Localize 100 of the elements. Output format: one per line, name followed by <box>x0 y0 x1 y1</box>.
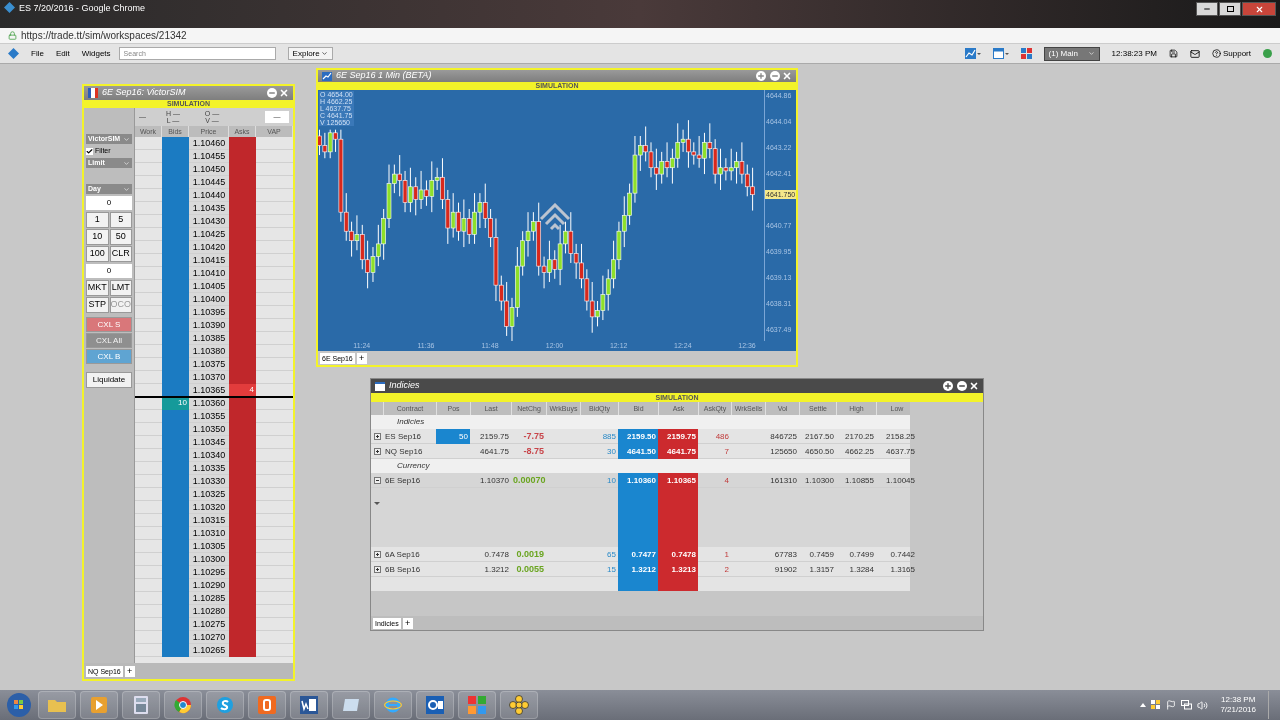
liquidate-button[interactable]: Liquidate <box>86 372 132 388</box>
table-cell: 0.7478 <box>658 547 698 562</box>
close-button[interactable] <box>1242 2 1276 16</box>
calculator-icon[interactable] <box>122 691 160 719</box>
grid-icon[interactable] <box>1020 48 1032 59</box>
add-tab-button[interactable]: + <box>356 352 367 364</box>
workspace-dropdown[interactable]: (1) Main <box>1043 46 1100 61</box>
table-cell-text: 1.3212 <box>483 564 510 576</box>
maximize-icon[interactable] <box>756 71 766 81</box>
table-cell-text: 6E Sep16 <box>384 475 422 487</box>
app-logo-icon[interactable] <box>8 48 19 59</box>
table-cell-text: 91902 <box>773 564 798 576</box>
order-type-button[interactable]: LMT <box>109 280 132 296</box>
add-tab-button[interactable]: + <box>124 665 135 677</box>
flag-icon <box>88 88 98 98</box>
minimize-button[interactable] <box>1196 2 1218 16</box>
menu-item[interactable]: Edit <box>55 47 70 60</box>
expand-icon[interactable] <box>374 551 381 558</box>
media-player-icon[interactable] <box>80 691 118 719</box>
expand-icon[interactable] <box>374 448 381 455</box>
quantity-field[interactable]: 0 <box>86 196 132 210</box>
order-type-button[interactable]: STP <box>86 297 109 313</box>
menu-item[interactable]: File <box>31 47 44 60</box>
table-cell-text: 1.3284 <box>848 564 875 576</box>
table-cell: 1.10360 <box>618 473 658 488</box>
tiles-icon[interactable] <box>1151 700 1162 710</box>
flower-icon[interactable] <box>500 691 538 719</box>
app-icon[interactable] <box>248 691 286 719</box>
table-cell: 1.3213 <box>658 562 698 577</box>
expand-icon[interactable] <box>374 433 381 440</box>
table-cell-text: 1.3165 <box>889 564 916 576</box>
close-icon[interactable] <box>969 381 979 391</box>
table-cell: 50 <box>436 429 470 444</box>
quantity-button[interactable]: 1 <box>86 212 109 228</box>
minimize-icon[interactable] <box>770 71 780 81</box>
table-cell-text: 0.0055 <box>515 563 545 576</box>
expand-icon[interactable] <box>374 566 381 573</box>
chat-app-icon[interactable] <box>206 691 244 719</box>
table-cell-text: 1.10370 <box>479 475 510 487</box>
table-cell-text: 885 <box>601 431 617 443</box>
volume-icon[interactable] <box>1197 699 1209 711</box>
minimize-icon <box>1203 5 1211 13</box>
table-cell-text: 0.7499 <box>848 549 875 561</box>
caret-icon <box>123 135 130 143</box>
window-title: 6E Sep16: VictorSIM <box>102 86 187 100</box>
table-cell-text: 1.3157 <box>808 564 835 576</box>
maximize-button[interactable] <box>1219 2 1241 16</box>
network-icon[interactable] <box>1181 700 1193 710</box>
table-cell-text: 6A Sep16 <box>384 549 421 561</box>
table-cell-text: 0.7478 <box>483 549 510 561</box>
close-icon[interactable] <box>279 88 289 98</box>
table-cell-text: 6B Sep16 <box>384 564 422 576</box>
minimize-icon[interactable] <box>957 381 967 391</box>
window-icon[interactable] <box>992 48 1009 59</box>
caret-icon <box>1087 50 1095 57</box>
table-cell-text: 4650.50 <box>804 446 835 458</box>
table-cell-text: 67783 <box>773 549 798 561</box>
table-cell-text: 2 <box>723 564 730 576</box>
quantity-button[interactable]: CLR <box>109 246 132 262</box>
table-cell: 2159.75 <box>658 429 698 444</box>
taskbar-date[interactable]: 7/21/2016 <box>1220 705 1256 715</box>
tiles-icon[interactable] <box>458 691 496 719</box>
show-hidden-icons[interactable] <box>1140 703 1147 707</box>
table-cell-text: 2158.25 <box>885 431 916 443</box>
group-header: Indicies <box>397 416 425 428</box>
add-tab-button[interactable]: + <box>402 617 413 629</box>
quantity-button[interactable]: 10 <box>86 229 109 245</box>
table-cell: 4641.75 <box>658 444 698 459</box>
folder-icon[interactable] <box>38 691 76 719</box>
mail-icon[interactable] <box>1189 48 1200 59</box>
group-header: Currency <box>397 460 430 472</box>
table-cell-text: -7.75 <box>522 430 545 443</box>
taskbar-time[interactable]: 12:38 PM <box>1221 695 1256 705</box>
url-text: https://trade.tt/sim/workspaces/21342 <box>21 29 187 43</box>
document-app-icon[interactable] <box>290 691 328 719</box>
browser-icon[interactable] <box>164 691 202 719</box>
mail-app-icon[interactable] <box>416 691 454 719</box>
minimize-icon[interactable] <box>267 88 277 98</box>
menu-item[interactable]: Widgets <box>81 47 111 60</box>
quantity-button[interactable]: 100 <box>86 246 109 262</box>
ask-column-fill <box>658 577 698 591</box>
table-cell-text: 10 <box>606 475 617 487</box>
save-icon[interactable] <box>1168 49 1178 58</box>
collapse-icon[interactable] <box>374 477 381 484</box>
support-link[interactable]: Support <box>1211 47 1251 60</box>
caret-icon[interactable] <box>374 502 380 506</box>
address-bar[interactable]: https://trade.tt/sim/workspaces/21342 <box>0 28 1280 44</box>
maximize-icon[interactable] <box>943 381 953 391</box>
quantity-field[interactable]: 0 <box>86 264 132 278</box>
quantity-button[interactable]: 50 <box>109 229 132 245</box>
start-button[interactable] <box>4 691 34 719</box>
ask-column[interactable]: 4 <box>229 137 256 657</box>
chart-icon[interactable] <box>964 48 981 59</box>
quantity-button[interactable]: 5 <box>109 212 132 228</box>
flag-icon[interactable] <box>1166 700 1177 710</box>
close-icon[interactable] <box>782 71 792 81</box>
order-type-button[interactable]: MKT <box>86 280 109 296</box>
app-logo-icon <box>4 2 15 13</box>
table-cell-text: 4662.25 <box>844 446 875 458</box>
explore-dropdown[interactable]: Explore <box>287 47 333 60</box>
